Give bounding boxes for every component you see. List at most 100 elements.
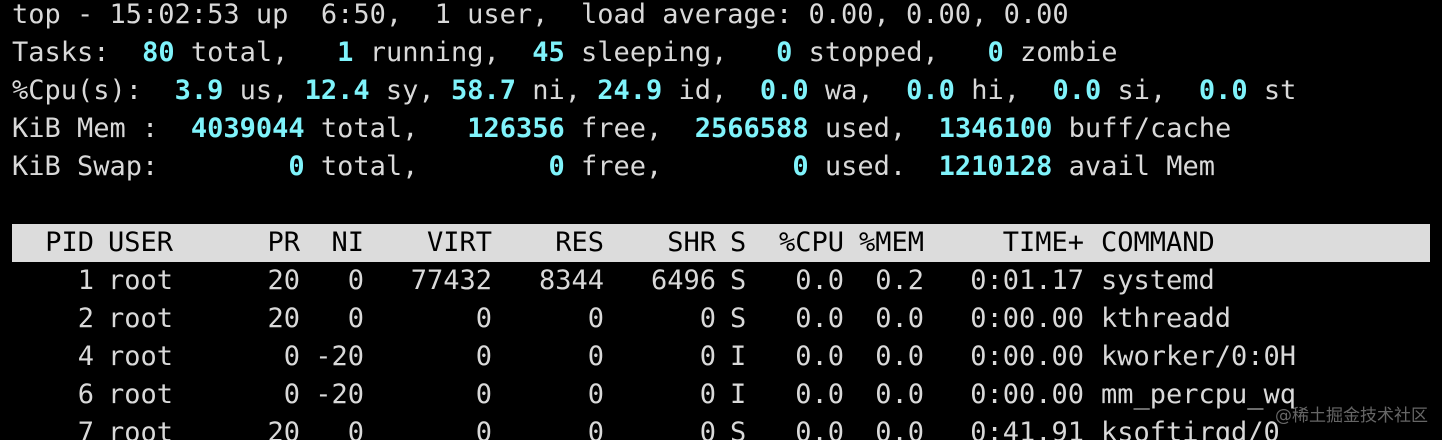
row-time: 0:41.91 [970, 417, 1084, 440]
col-header-shr[interactable]: SHR [622, 224, 716, 262]
mem-label: KiB Mem : [12, 113, 159, 144]
tasks-running: 1 [337, 37, 354, 68]
row-user: root [108, 303, 174, 334]
row-cpu: 0.0 [795, 341, 844, 372]
row-time: 0:00.00 [970, 303, 1084, 334]
cpu-sy: 12.4 [304, 75, 370, 106]
row-user: root [108, 341, 174, 372]
row-res: 8344 [538, 265, 604, 296]
row-state: S [730, 417, 747, 440]
mem-total: 4039044 [190, 113, 305, 144]
mem-line: KiB Mem : 4039044 total, 126356 free, 25… [12, 113, 1232, 144]
swap-free: 0 [548, 151, 565, 182]
col-header-pr[interactable]: PR [242, 224, 300, 262]
process-table-header[interactable]: PID USER PR NI VIRT RES SHR S %CPU %MEM … [12, 224, 1430, 262]
row-command: mm_percpu_wq [1101, 379, 1297, 410]
row-state: S [730, 265, 747, 296]
tasks-zombie-label: zombie [1020, 37, 1118, 68]
cpu-id: 24.9 [597, 75, 663, 106]
row-mem: 0.2 [875, 265, 924, 296]
row-mem: 0.0 [875, 341, 924, 372]
tasks-label: Tasks: [12, 37, 110, 68]
row-pid: 2 [77, 303, 94, 334]
col-header-res[interactable]: RES [512, 224, 604, 262]
tasks-sleeping: 45 [532, 37, 565, 68]
tasks-stopped-label: stopped, [808, 37, 939, 68]
row-mem: 0.0 [875, 379, 924, 410]
process-row[interactable]: 1 root 20 0 77432 8344 6496 S 0.0 0.2 0:… [12, 262, 1215, 300]
row-virt: 0 [475, 417, 492, 440]
row-user: root [108, 379, 174, 410]
row-shr: 0 [699, 303, 716, 334]
col-header-command[interactable]: COMMAND [1101, 224, 1215, 262]
row-command: ksoftirqd/0 [1101, 417, 1280, 440]
row-command: systemd [1101, 265, 1215, 296]
row-cpu: 0.0 [795, 265, 844, 296]
watermark: @稀土掘金技术社区 [1275, 406, 1428, 426]
row-time: 0:00.00 [970, 341, 1084, 372]
row-res: 0 [587, 303, 604, 334]
row-ni: 0 [347, 303, 364, 334]
row-mem: 0.0 [875, 303, 924, 334]
tasks-running-label: running, [369, 37, 500, 68]
row-state: I [730, 341, 747, 372]
row-user: root [108, 265, 174, 296]
row-time: 0:01.17 [970, 265, 1084, 296]
row-pr: 0 [283, 341, 300, 372]
row-pr: 0 [283, 379, 300, 410]
cpu-si: 0.0 [1052, 75, 1102, 106]
row-cpu: 0.0 [795, 303, 844, 334]
cpu-label: %Cpu(s): [12, 75, 143, 106]
col-header-time[interactable]: TIME+ [952, 224, 1084, 262]
row-shr: 6496 [650, 265, 716, 296]
row-virt: 0 [475, 303, 492, 334]
row-command: kworker/0:0H [1101, 341, 1297, 372]
col-header-ni[interactable]: NI [312, 224, 364, 262]
row-ni: 0 [347, 265, 364, 296]
tasks-total-label: total, [190, 37, 289, 68]
row-pr: 20 [267, 265, 300, 296]
tasks-sleeping-label: sleeping, [581, 37, 728, 68]
row-pr: 20 [267, 303, 300, 334]
row-res: 0 [587, 341, 604, 372]
row-virt: 77432 [410, 265, 492, 296]
col-header-pid[interactable]: PID [12, 224, 94, 262]
col-header-user[interactable]: USER [108, 224, 173, 262]
row-pr: 20 [267, 417, 300, 440]
row-state: S [730, 303, 747, 334]
process-row[interactable]: 7 root 20 0 0 0 0 S 0.0 0.0 0:41.91 ksof… [12, 414, 1280, 440]
swap-avail-mem: 1210128 [938, 151, 1053, 182]
row-time: 0:00.00 [970, 379, 1084, 410]
process-row[interactable]: 6 root 0 -20 0 0 0 I 0.0 0.0 0:00.00 mm_… [12, 376, 1296, 414]
tasks-stopped: 0 [776, 37, 793, 68]
swap-total: 0 [288, 151, 305, 182]
tasks-total: 80 [142, 37, 175, 68]
col-header-mem[interactable]: %MEM [852, 224, 924, 262]
cpu-ni: 58.7 [450, 75, 516, 106]
row-pid: 1 [77, 265, 94, 296]
row-shr: 0 [699, 379, 716, 410]
col-header-cpu[interactable]: %CPU [772, 224, 844, 262]
row-cpu: 0.0 [795, 379, 844, 410]
cpu-line: %Cpu(s): 3.9 us, 12.4 sy, 58.7 ni, 24.9 … [12, 75, 1297, 106]
tasks-zombie: 0 [987, 37, 1004, 68]
row-pid: 6 [77, 379, 94, 410]
tasks-line: Tasks: 80 total, 1 running, 45 sleeping,… [12, 34, 1118, 72]
cpu-st: 0.0 [1198, 75, 1248, 106]
swap-line: KiB Swap: 0 total, 0 free, 0 used. 12101… [12, 151, 1215, 182]
row-pid: 7 [77, 417, 94, 440]
col-header-virt[interactable]: VIRT [392, 224, 492, 262]
col-header-s[interactable]: S [730, 224, 746, 262]
uptime-line: top - 15:02:53 up 6:50, 1 user, load ave… [12, 0, 1069, 30]
swap-used: 0 [792, 151, 809, 182]
mem-free: 126356 [467, 113, 565, 144]
row-pid: 4 [77, 341, 94, 372]
row-ni: -20 [315, 379, 364, 410]
terminal-window[interactable]: top - 15:02:53 up 6:50, 1 user, load ave… [0, 0, 1442, 440]
row-virt: 0 [475, 341, 492, 372]
mem-used: 2566588 [694, 113, 809, 144]
mem-buff-cache: 1346100 [938, 113, 1053, 144]
row-cpu: 0.0 [795, 417, 844, 440]
process-row[interactable]: 2 root 20 0 0 0 0 S 0.0 0.0 0:00.00 kthr… [12, 300, 1231, 338]
process-row[interactable]: 4 root 0 -20 0 0 0 I 0.0 0.0 0:00.00 kwo… [12, 338, 1296, 376]
